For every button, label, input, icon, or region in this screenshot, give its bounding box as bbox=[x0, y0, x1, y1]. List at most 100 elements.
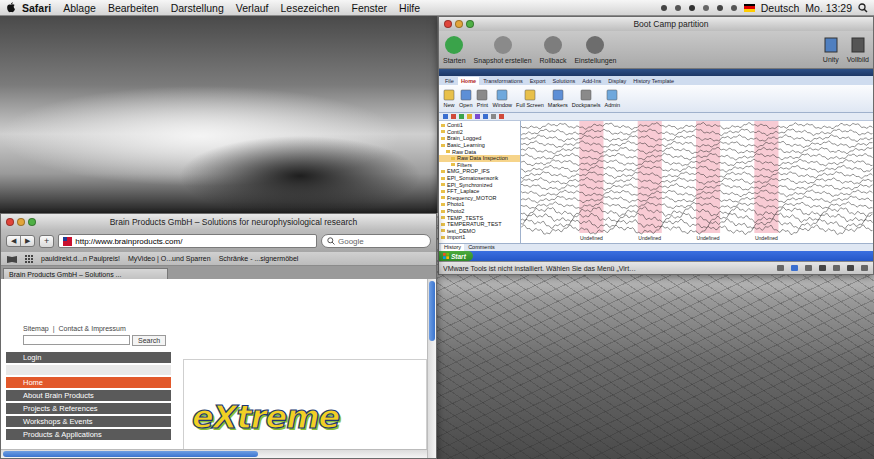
tree-item[interactable]: EPI_Synchronized bbox=[439, 181, 520, 188]
menu-item[interactable]: Safari bbox=[16, 2, 57, 14]
ribbon-button[interactable]: Window bbox=[492, 89, 512, 108]
apple-icon[interactable] bbox=[6, 2, 16, 13]
ribbon-tab[interactable]: Solutions bbox=[550, 77, 579, 85]
view-button[interactable]: Unity bbox=[823, 36, 839, 63]
horizontal-scrollbar[interactable] bbox=[1, 449, 427, 458]
add-bookmark-button[interactable]: + bbox=[39, 235, 54, 248]
minimize-button[interactable] bbox=[17, 218, 25, 226]
ribbon-tab[interactable]: Add-Ins bbox=[579, 77, 604, 85]
vertical-scrollbar[interactable] bbox=[427, 279, 436, 458]
zoom-button[interactable] bbox=[466, 20, 474, 28]
top-link[interactable]: Contact & Impressum bbox=[59, 325, 126, 332]
chart-tool-icon[interactable] bbox=[475, 114, 480, 119]
tree-item[interactable]: Frequency_MOTOR bbox=[439, 195, 520, 202]
device-icon[interactable] bbox=[832, 264, 841, 272]
ribbon-button[interactable]: Markers bbox=[548, 89, 568, 108]
ribbon-tab[interactable]: Display bbox=[605, 77, 629, 85]
tree-item[interactable]: TEMPERATUR_TEST bbox=[439, 221, 520, 228]
ribbon-button[interactable]: Print bbox=[476, 89, 488, 108]
chart-tool-icon[interactable] bbox=[499, 114, 504, 119]
status-icon[interactable] bbox=[660, 4, 668, 12]
menu-item[interactable]: Lesezeichen bbox=[275, 2, 346, 14]
device-icon[interactable] bbox=[818, 264, 827, 272]
ribbon-tab[interactable]: Transformations bbox=[480, 77, 526, 85]
site-search-input[interactable] bbox=[23, 335, 130, 345]
spotlight-icon[interactable] bbox=[858, 3, 868, 13]
chart-tool-icon[interactable] bbox=[467, 114, 472, 119]
tree-item[interactable]: EMG_PROP_IFS bbox=[439, 168, 520, 175]
ribbon-button[interactable]: Open bbox=[459, 89, 472, 108]
panel-tab[interactable]: Comments bbox=[465, 244, 498, 251]
tree-item[interactable]: Raw Data Inspection bbox=[439, 155, 520, 162]
tab[interactable]: Brain Products GmbH – Solutions ... bbox=[3, 268, 168, 279]
tree-item[interactable]: Basic_Learning bbox=[439, 142, 520, 149]
nav-item[interactable]: Products & Applications bbox=[6, 429, 171, 440]
start-icon[interactable] bbox=[444, 35, 464, 55]
tree-item[interactable]: FFT_Laplace bbox=[439, 188, 520, 195]
status-icon[interactable] bbox=[730, 4, 738, 12]
back-button[interactable]: ◀ bbox=[7, 236, 20, 246]
chart-tool-icon[interactable] bbox=[451, 114, 456, 119]
menu-item[interactable]: Fenster bbox=[345, 2, 393, 14]
chart-tool-icon[interactable] bbox=[443, 114, 448, 119]
nav-item[interactable]: About Brain Products bbox=[6, 390, 171, 401]
ribbon-tab[interactable]: History Template bbox=[630, 77, 677, 85]
status-icon[interactable] bbox=[674, 4, 682, 12]
menu-item[interactable]: Bearbeiten bbox=[102, 2, 165, 14]
ribbon-button[interactable]: Dockpanels bbox=[572, 89, 601, 108]
toolbar-button[interactable]: Starten bbox=[443, 35, 466, 64]
tree-item[interactable]: Photo1 bbox=[439, 201, 520, 208]
toolbar-button[interactable]: Rollback bbox=[540, 35, 567, 64]
clock[interactable]: Mo. 13:29 bbox=[805, 2, 852, 14]
site-search-button[interactable]: Search bbox=[132, 335, 166, 346]
language[interactable]: Deutsch bbox=[761, 2, 800, 14]
unity-icon[interactable] bbox=[823, 36, 839, 54]
tree-item[interactable]: TEMP_TESTS bbox=[439, 214, 520, 221]
rollback-icon[interactable] bbox=[543, 35, 563, 55]
grid-icon[interactable] bbox=[25, 255, 33, 263]
bookmark[interactable]: pauldirekt.d...n Paulpreis! bbox=[41, 255, 120, 262]
ribbon-tab[interactable]: Export bbox=[527, 77, 549, 85]
ribbon-tab[interactable]: Home bbox=[458, 77, 479, 85]
device-icon[interactable] bbox=[790, 264, 799, 272]
status-icon[interactable] bbox=[688, 4, 696, 12]
bookmark[interactable]: Schränke - ...signermöbel bbox=[219, 255, 299, 262]
view-button[interactable]: Vollbild bbox=[847, 36, 869, 63]
snapshot-icon[interactable] bbox=[493, 35, 513, 55]
start-button[interactable]: Start bbox=[439, 251, 473, 261]
nav-item[interactable]: Projects & References bbox=[6, 403, 171, 414]
tree-item[interactable]: Brain_Logged bbox=[439, 135, 520, 142]
tree-item[interactable]: test_DEMO bbox=[439, 228, 520, 235]
toolbar-button[interactable]: Snapshot erstellen bbox=[474, 35, 532, 64]
device-icon[interactable] bbox=[846, 264, 855, 272]
search-field[interactable]: Google bbox=[321, 234, 431, 248]
device-icon[interactable] bbox=[804, 264, 813, 272]
bookmark[interactable]: MyVideo | O...und Sparren bbox=[128, 255, 211, 262]
ribbon-tab[interactable]: File bbox=[442, 77, 457, 85]
tree-item[interactable]: EPI_Somatosensorik bbox=[439, 175, 520, 182]
status-icon[interactable] bbox=[702, 4, 710, 12]
close-button[interactable] bbox=[6, 218, 14, 226]
tree-item[interactable]: Conti2 bbox=[439, 129, 520, 136]
menu-item[interactable]: Darstellung bbox=[165, 2, 230, 14]
nav-item[interactable]: Home bbox=[6, 377, 171, 388]
chart-tool-icon[interactable] bbox=[491, 114, 496, 119]
ribbon-button[interactable]: Full Screen bbox=[516, 89, 544, 108]
menu-item[interactable]: Hilfe bbox=[393, 2, 426, 14]
chart-tool-icon[interactable] bbox=[483, 114, 488, 119]
panel-tab[interactable]: History bbox=[441, 244, 464, 251]
tree-item[interactable]: Raw Data bbox=[439, 148, 520, 155]
toolbar-button[interactable]: Einstellungen bbox=[574, 35, 616, 64]
chart-tool-icon[interactable] bbox=[459, 114, 464, 119]
close-button[interactable] bbox=[444, 20, 452, 28]
device-icon[interactable] bbox=[860, 264, 869, 272]
tree-item[interactable]: Conti1 bbox=[439, 122, 520, 129]
zoom-button[interactable] bbox=[28, 218, 36, 226]
ribbon-button[interactable]: Admin bbox=[604, 89, 620, 108]
menu-item[interactable]: Verlauf bbox=[230, 2, 275, 14]
login-link[interactable]: Login bbox=[6, 352, 171, 363]
status-icon[interactable] bbox=[716, 4, 724, 12]
ribbon-button[interactable]: New bbox=[443, 89, 455, 108]
nav-item[interactable]: Workshops & Events bbox=[6, 416, 171, 427]
address-field[interactable]: http://www.brainproducts.com/ bbox=[58, 234, 317, 248]
